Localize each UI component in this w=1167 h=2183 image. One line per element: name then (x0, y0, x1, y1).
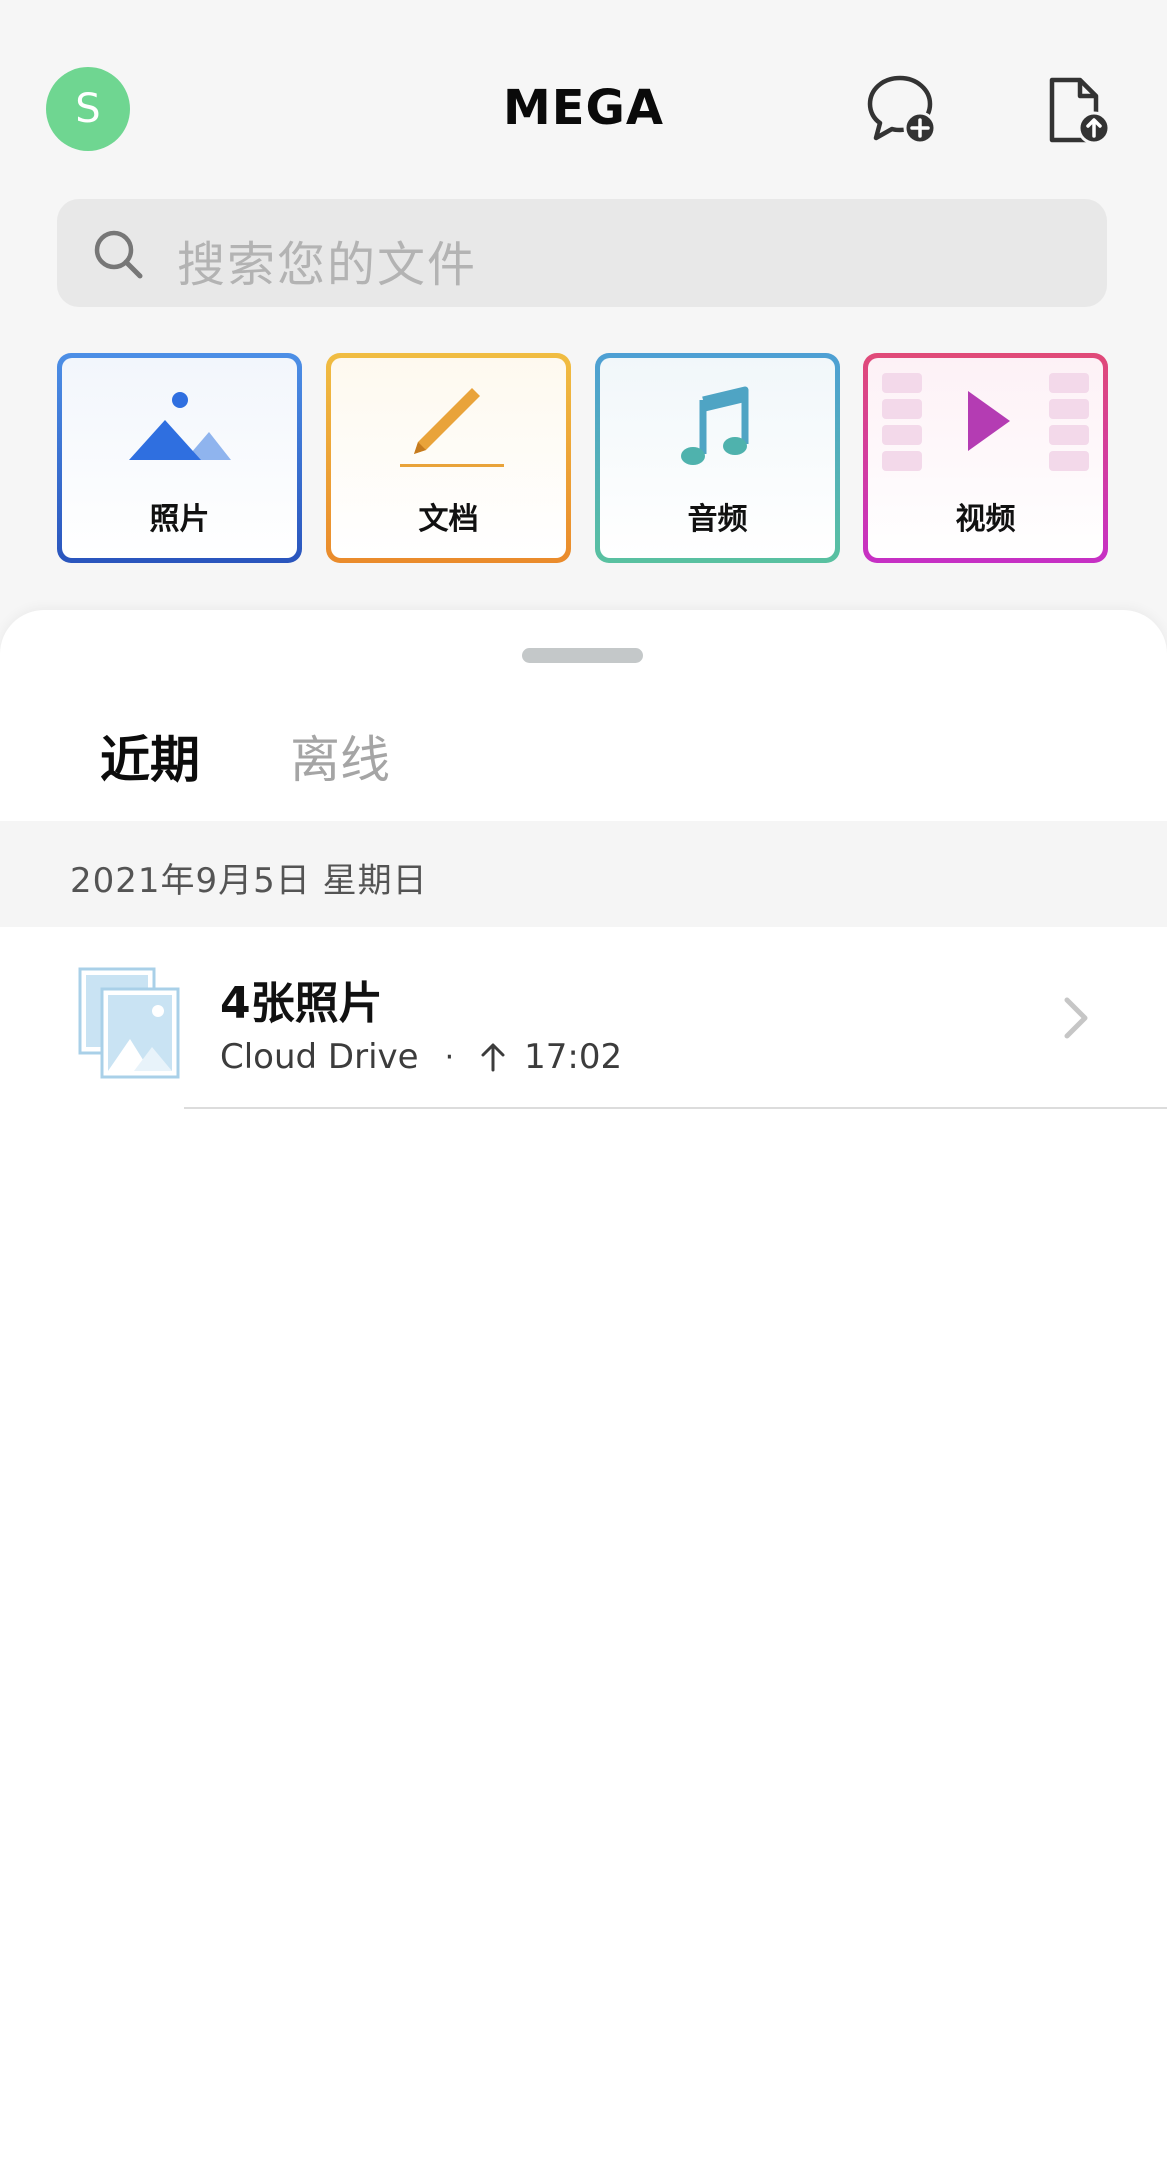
tab-offline[interactable]: 离线 (290, 720, 390, 792)
new-chat-icon[interactable] (862, 70, 942, 150)
upload-file-icon[interactable] (1038, 72, 1118, 152)
category-label: 视频 (955, 502, 1016, 537)
category-label: 照片 (149, 502, 210, 537)
category-label: 音频 (687, 502, 748, 537)
list-item[interactable]: 4张照片 Cloud Drive · 17:02 (0, 927, 1167, 1109)
video-icon (868, 373, 1103, 503)
item-location: Cloud Drive (220, 1037, 419, 1077)
category-audio[interactable]: 音频 (595, 353, 840, 563)
upload-arrow-icon (480, 1042, 506, 1072)
category-photos[interactable]: 照片 (57, 353, 302, 563)
meta-separator: · (444, 1039, 455, 1075)
date-label: 2021年9月5日 星期日 (70, 861, 428, 901)
app-root: S MEGA 搜索您的文件 照片 文档 音频 视频 近期 离线 2021年9月5… (0, 0, 1167, 2183)
photo-stack-icon (78, 967, 182, 1081)
category-video[interactable]: 视频 (863, 353, 1108, 563)
photos-icon (62, 378, 297, 508)
row-divider (184, 1107, 1167, 1109)
chevron-right-icon (1057, 992, 1095, 1044)
search-input[interactable]: 搜索您的文件 (57, 199, 1107, 307)
documents-icon (331, 378, 566, 508)
audio-icon (600, 378, 835, 508)
sheet-grabber[interactable] (522, 648, 643, 663)
app-title: MEGA (502, 80, 665, 136)
date-section-header: 2021年9月5日 星期日 (0, 821, 1167, 927)
category-documents[interactable]: 文档 (326, 353, 571, 563)
tab-recent[interactable]: 近期 (100, 720, 200, 792)
item-time: 17:02 (524, 1037, 623, 1077)
recents-sheet: 近期 离线 2021年9月5日 星期日 4张照片 Cloud Drive · 1… (0, 610, 1167, 2183)
search-placeholder: 搜索您的文件 (177, 237, 478, 293)
item-title: 4张照片 (220, 978, 383, 1029)
item-meta: Cloud Drive · 17:02 (220, 1037, 622, 1077)
category-label: 文档 (418, 502, 479, 537)
search-icon (91, 227, 145, 281)
top-bar: S MEGA (0, 0, 1167, 200)
